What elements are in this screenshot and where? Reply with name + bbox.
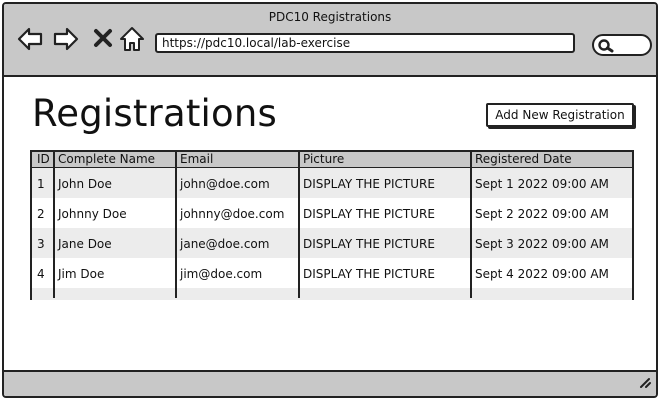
- browser-window: PDC10 Registrations https://pdc10.local/…: [2, 2, 658, 398]
- cell-registered-date: Sept 2 2022 09:00 AM: [475, 207, 609, 221]
- cell-name: John Doe: [58, 177, 112, 191]
- column-divider: [175, 152, 177, 298]
- column-divider: [470, 152, 472, 298]
- cell-name: Johnny Doe: [58, 207, 127, 221]
- home-icon[interactable]: [118, 25, 146, 53]
- page-title: Registrations: [32, 92, 277, 135]
- cell-email: jane@doe.com: [180, 237, 270, 251]
- table-row-empty: [32, 288, 632, 300]
- cell-registered-date: Sept 4 2022 09:00 AM: [475, 267, 609, 281]
- table-row[interactable]: 2 Johnny Doe johnny@doe.com DISPLAY THE …: [32, 198, 632, 228]
- close-icon[interactable]: [90, 25, 118, 53]
- title-bar: PDC10 Registrations https://pdc10.local/…: [4, 4, 656, 77]
- cell-id: 3: [37, 237, 45, 251]
- table-row[interactable]: 3 Jane Doe jane@doe.com DISPLAY THE PICT…: [32, 228, 632, 258]
- column-header-complete-name[interactable]: Complete Name: [58, 152, 155, 167]
- search-field[interactable]: [592, 34, 652, 56]
- add-new-registration-button[interactable]: Add New Registration: [486, 103, 634, 127]
- cell-registered-date: Sept 3 2022 09:00 AM: [475, 237, 609, 251]
- table-row[interactable]: 4 Jim Doe jim@doe.com DISPLAY THE PICTUR…: [32, 258, 632, 288]
- status-bar: [4, 370, 656, 396]
- table-row[interactable]: 1 John Doe john@doe.com DISPLAY THE PICT…: [32, 168, 632, 198]
- search-icon: [598, 39, 614, 53]
- cell-email: jim@doe.com: [180, 267, 263, 281]
- cell-id: 4: [37, 267, 45, 281]
- registrations-table: ID Complete Name Email Picture Registere…: [30, 150, 634, 300]
- address-bar[interactable]: https://pdc10.local/lab-exercise: [155, 33, 575, 53]
- cell-picture: DISPLAY THE PICTURE: [303, 267, 435, 281]
- resize-handle-icon[interactable]: [638, 374, 652, 393]
- column-header-email[interactable]: Email: [180, 152, 213, 167]
- cell-name: Jane Doe: [58, 237, 112, 251]
- forward-arrow-icon[interactable]: [52, 25, 80, 53]
- column-divider: [53, 152, 55, 298]
- cell-registered-date: Sept 1 2022 09:00 AM: [475, 177, 609, 191]
- cell-id: 2: [37, 207, 45, 221]
- back-arrow-icon[interactable]: [16, 25, 44, 53]
- column-header-picture[interactable]: Picture: [303, 152, 344, 167]
- column-header-registered-date[interactable]: Registered Date: [475, 152, 572, 167]
- column-header-id[interactable]: ID: [37, 152, 50, 167]
- cell-email: johnny@doe.com: [180, 207, 285, 221]
- window-title: PDC10 Registrations: [268, 10, 392, 24]
- table-header: ID Complete Name Email Picture Registere…: [32, 152, 632, 168]
- cell-picture: DISPLAY THE PICTURE: [303, 177, 435, 191]
- cell-picture: DISPLAY THE PICTURE: [303, 207, 435, 221]
- cell-id: 1: [37, 177, 45, 191]
- cell-email: john@doe.com: [180, 177, 270, 191]
- column-divider: [298, 152, 300, 298]
- cell-name: Jim Doe: [58, 267, 105, 281]
- cell-picture: DISPLAY THE PICTURE: [303, 237, 435, 251]
